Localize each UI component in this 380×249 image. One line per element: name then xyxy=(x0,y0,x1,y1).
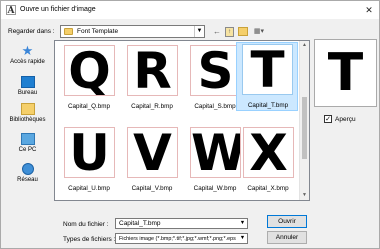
file-tile[interactable]: V Capital_V.bmp xyxy=(121,125,183,200)
filename-label: Nom du fichier : xyxy=(63,221,109,228)
scroll-up-icon[interactable]: ▲ xyxy=(300,41,309,50)
filename-field[interactable]: Capital_T.bmp ▼ xyxy=(115,218,248,229)
file-thumbnail: T xyxy=(242,44,293,95)
open-file-dialog: A Ouvre un fichier d'image ✕ Regarder da… xyxy=(0,0,380,249)
title-bar: A Ouvre un fichier d'image ✕ xyxy=(1,1,379,19)
scrollbar-thumb[interactable] xyxy=(302,97,307,159)
folder-icon xyxy=(64,28,73,35)
file-list[interactable]: Q Capital_Q.bmp R Capital_R.bmp S Capita… xyxy=(54,40,310,201)
file-name: Capital_X.bmp xyxy=(247,185,289,192)
file-name: Capital_U.bmp xyxy=(68,185,110,192)
filetype-label: Types de fichiers : xyxy=(63,236,116,243)
place-label: Réseau xyxy=(17,177,38,183)
cancel-button[interactable]: Annuler xyxy=(267,231,307,244)
app-icon: A xyxy=(6,5,16,16)
filename-value: Capital_T.bmp xyxy=(119,220,161,227)
file-tile[interactable]: Q Capital_Q.bmp xyxy=(58,43,120,123)
place-network[interactable]: Réseau xyxy=(4,163,51,183)
network-icon xyxy=(21,163,34,175)
place-label: Ce PC xyxy=(18,147,37,153)
filetype-dropdown[interactable]: Fichiers image (*.bmp;*.tif;*.jpg;*.wmf;… xyxy=(115,233,248,244)
new-folder-icon[interactable] xyxy=(238,27,248,36)
place-label: Bibliothèques xyxy=(9,117,46,123)
place-label: Accès rapide xyxy=(10,59,45,65)
file-name: Capital_T.bmp xyxy=(247,102,289,109)
view-menu-icon[interactable]: ▦▾ xyxy=(251,26,267,37)
look-in-dropdown[interactable]: Font Template ▼ xyxy=(60,25,205,38)
file-thumbnail: S xyxy=(190,45,241,96)
file-tile[interactable]: X Capital_X.bmp xyxy=(237,125,299,200)
look-in-label: Regarder dans : xyxy=(8,28,55,35)
window-title: Ouvre un fichier d'image xyxy=(20,6,96,13)
file-tile-selected[interactable]: T Capital_T.bmp xyxy=(236,42,298,111)
chevron-down-icon[interactable]: ▼ xyxy=(238,219,247,228)
star-icon: ★ xyxy=(21,43,34,58)
preview-pane: T xyxy=(314,39,377,107)
up-folder-icon[interactable]: ↑ xyxy=(225,27,234,37)
places-bar: ★ Accès rapide Bureau Bibliothèques Ce P… xyxy=(4,41,51,201)
place-this-pc[interactable]: Ce PC xyxy=(4,133,51,153)
chevron-down-icon[interactable]: ▼ xyxy=(238,234,247,243)
file-name: Capital_Q.bmp xyxy=(68,103,110,110)
file-name: Capital_R.bmp xyxy=(131,103,173,110)
file-thumbnail: V xyxy=(127,127,178,178)
place-quick-access[interactable]: ★ Accès rapide xyxy=(4,43,51,65)
file-name: Capital_V.bmp xyxy=(131,185,173,192)
place-label: Bureau xyxy=(17,90,38,96)
preview-checkbox[interactable]: ✓ xyxy=(324,115,332,123)
current-folder: Font Template xyxy=(77,28,119,35)
vertical-scrollbar[interactable]: ▲ ▼ xyxy=(299,41,309,200)
close-icon[interactable]: ✕ xyxy=(362,3,376,17)
scroll-down-icon[interactable]: ▼ xyxy=(300,191,309,200)
preview-checkbox-label: Aperçu xyxy=(335,116,356,123)
libraries-icon xyxy=(20,103,35,115)
place-libraries[interactable]: Bibliothèques xyxy=(4,103,51,123)
place-desktop[interactable]: Bureau xyxy=(4,76,51,96)
file-thumbnail: Q xyxy=(64,45,115,96)
file-thumbnail: X xyxy=(243,127,294,178)
file-tile[interactable]: U Capital_U.bmp xyxy=(58,125,120,200)
chevron-down-icon[interactable]: ▼ xyxy=(194,26,204,37)
open-button[interactable]: Ouvrir xyxy=(267,215,307,228)
file-thumbnail: U xyxy=(64,127,115,178)
filetype-value: Fichiers image (*.bmp;*.tif;*.jpg;*.wmf;… xyxy=(119,235,236,242)
back-arrow-icon[interactable]: ← xyxy=(212,26,222,37)
file-thumbnail: R xyxy=(127,45,178,96)
desktop-icon xyxy=(20,76,35,88)
file-tile[interactable]: R Capital_R.bmp xyxy=(121,43,183,123)
file-thumbnail: W xyxy=(190,127,241,178)
computer-icon xyxy=(20,133,35,145)
